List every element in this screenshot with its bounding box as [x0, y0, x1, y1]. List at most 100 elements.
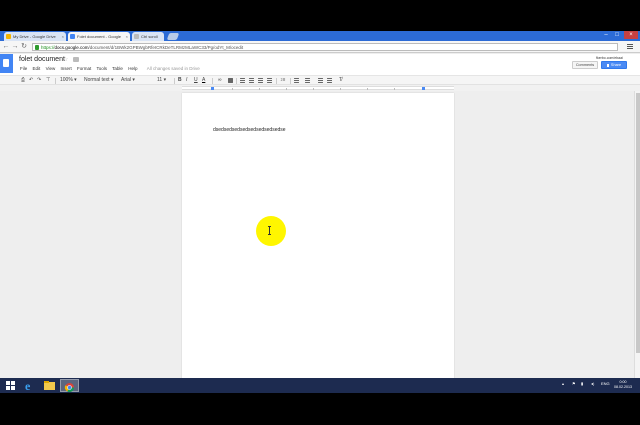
- close-window-button[interactable]: ×: [624, 31, 638, 39]
- close-tab-icon[interactable]: ×: [126, 32, 128, 41]
- font-select[interactable]: Arial ▾: [121, 77, 135, 84]
- menu-help[interactable]: Help: [128, 66, 137, 71]
- insert-link-icon[interactable]: ∞: [218, 77, 222, 84]
- redo-icon[interactable]: ↷: [37, 77, 41, 84]
- ruler-tick: [340, 88, 341, 90]
- ruler-bar: [182, 86, 454, 90]
- address-bar[interactable]: https://docs.google.com/document/d/1BWk2…: [32, 43, 618, 51]
- font-size-value: 11: [157, 77, 163, 83]
- font-value: Arial: [121, 77, 132, 83]
- close-tab-icon[interactable]: ×: [62, 32, 64, 41]
- language-indicator[interactable]: ENG: [601, 381, 610, 386]
- right-indent-marker[interactable]: [422, 87, 425, 90]
- menu-edit[interactable]: Edit: [33, 66, 41, 71]
- decrease-indent-icon[interactable]: [318, 78, 323, 83]
- windows-start-icon[interactable]: [2, 379, 21, 392]
- browser-tab-strip: My Drive - Google Drive × Folet document…: [0, 31, 640, 41]
- share-button[interactable]: Share: [601, 61, 627, 69]
- style-select[interactable]: Normal text ▾: [84, 77, 113, 84]
- docs-header: folet document ☆ File Edit View Insert F…: [0, 54, 640, 75]
- clock[interactable]: 0:00 08.02.2013: [614, 380, 632, 390]
- undo-icon[interactable]: ↶: [29, 77, 33, 84]
- tab-my-drive[interactable]: My Drive - Google Drive ×: [4, 32, 66, 41]
- scrollbar-thumb[interactable]: [636, 93, 640, 353]
- tab-ctrl-scroll[interactable]: Ctrl scroll: [132, 32, 164, 41]
- print-icon[interactable]: ⎙: [21, 77, 25, 84]
- zoom-value: 100%: [60, 77, 73, 83]
- tab-folet-document[interactable]: Folet document - Google ×: [68, 32, 130, 41]
- internet-explorer-icon[interactable]: e: [20, 379, 39, 393]
- clear-formatting-icon[interactable]: T̸: [339, 77, 342, 84]
- network-icon[interactable]: ▮: [581, 381, 583, 386]
- ruler-tick: [313, 88, 314, 90]
- menu-format[interactable]: Format: [77, 66, 91, 71]
- browser-toolbar: ← → ↻ https://docs.google.com/document/d…: [0, 41, 640, 53]
- chrome-icon[interactable]: [60, 379, 79, 393]
- document-title[interactable]: folet document: [19, 56, 65, 63]
- comments-button[interactable]: Comments: [572, 61, 598, 69]
- volume-icon[interactable]: ◂): [591, 381, 594, 386]
- bold-button[interactable]: B: [178, 77, 182, 84]
- bulleted-list-icon[interactable]: [305, 78, 310, 83]
- line-spacing-icon[interactable]: ↕≡: [280, 77, 285, 84]
- star-document-icon[interactable]: ☆: [63, 56, 68, 63]
- share-label: Share: [610, 63, 622, 67]
- forward-arrow-icon[interactable]: →: [11, 43, 19, 51]
- menu-file[interactable]: File: [20, 66, 27, 71]
- reload-icon[interactable]: ↻: [20, 43, 28, 51]
- maximize-button[interactable]: □: [612, 31, 622, 39]
- file-explorer-icon[interactable]: [40, 379, 59, 392]
- align-right-icon[interactable]: [258, 78, 263, 83]
- tab-title: Folet document - Google: [77, 34, 122, 39]
- ruler-tick: [232, 88, 233, 90]
- paint-format-icon[interactable]: ⊤: [46, 77, 50, 84]
- lock-icon: [606, 63, 609, 67]
- zoom-select[interactable]: 100% ▾: [60, 77, 77, 84]
- align-center-icon[interactable]: [249, 78, 254, 83]
- left-indent-marker[interactable]: [211, 87, 214, 90]
- docs-icon: [70, 34, 75, 39]
- flag-icon[interactable]: ⚑: [572, 381, 576, 386]
- docs-home-icon[interactable]: [0, 54, 13, 73]
- screen: My Drive - Google Drive × Folet document…: [0, 31, 640, 393]
- numbered-list-icon[interactable]: [294, 78, 299, 83]
- divider: [236, 78, 237, 84]
- tab-title: My Drive - Google Drive: [13, 34, 56, 39]
- align-left-icon[interactable]: [240, 78, 245, 83]
- font-size-select[interactable]: 11 ▾: [157, 77, 166, 84]
- url-domain: docs.google.com: [54, 45, 89, 50]
- menu-tools[interactable]: Tools: [96, 66, 107, 71]
- increase-indent-icon[interactable]: [327, 78, 332, 83]
- chrome-menu-icon[interactable]: [626, 43, 634, 51]
- new-tab-button[interactable]: [166, 33, 180, 40]
- divider: [212, 78, 213, 84]
- minimize-button[interactable]: –: [601, 31, 611, 39]
- tray-up-arrow-icon[interactable]: ▴: [562, 381, 564, 386]
- clock-date: 08.02.2013: [614, 385, 632, 389]
- drive-icon: [6, 34, 11, 39]
- menu-bar: File Edit View Insert Format Tools Table…: [20, 66, 204, 71]
- url-path: /document/d/1BWk2GPBWgbRfeICRkDeTLRMzMLa…: [88, 45, 244, 50]
- underline-button[interactable]: U: [194, 77, 198, 84]
- document-page[interactable]: dsedsedsedsedsedsedsedsedse: [182, 93, 454, 385]
- menu-view[interactable]: View: [46, 66, 56, 71]
- text-color-button[interactable]: A: [202, 77, 205, 84]
- ruler-tick: [286, 88, 287, 90]
- move-to-folder-icon[interactable]: [73, 57, 79, 62]
- italic-button[interactable]: I: [186, 77, 187, 84]
- menu-table[interactable]: Table: [112, 66, 123, 71]
- document-canvas: dsedsedsedsedsedsedsedsedse: [0, 91, 640, 385]
- divider: [290, 78, 291, 84]
- insert-comment-icon[interactable]: [228, 78, 233, 83]
- divider: [174, 78, 175, 84]
- style-value: Normal text: [84, 77, 110, 83]
- back-arrow-icon[interactable]: ←: [2, 43, 10, 51]
- document-body-text[interactable]: dsedsedsedsedsedsedsedsedse: [213, 127, 286, 133]
- vertical-scrollbar[interactable]: [634, 91, 640, 381]
- menu-insert[interactable]: Insert: [61, 66, 72, 71]
- tab-title: Ctrl scroll: [141, 34, 158, 39]
- save-status: All changes saved in Drive: [146, 66, 200, 71]
- user-account[interactable]: fkerbo.com/ebaai: [596, 56, 623, 60]
- justify-icon[interactable]: [267, 78, 272, 83]
- taskbar: e ▴ ⚑ ▮ ◂) ENG 0:00 08.02.2013: [0, 378, 640, 393]
